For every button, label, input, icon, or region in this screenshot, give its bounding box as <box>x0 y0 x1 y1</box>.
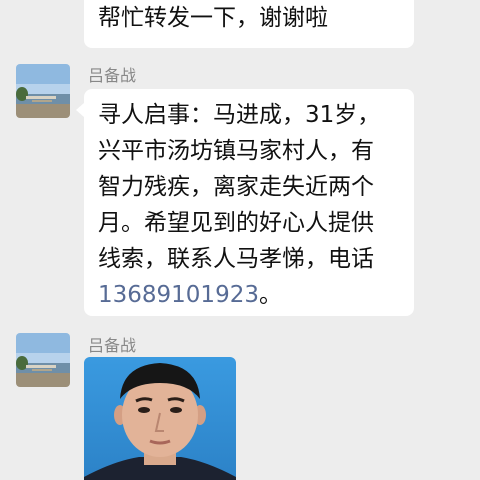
message-bubble-forward-request[interactable]: 帮忙转发一下，谢谢啦 <box>84 0 414 48</box>
message-line: 智力残疾，离家走失近两个 <box>98 174 374 200</box>
portrait-photo[interactable] <box>84 357 236 480</box>
message-bubble-missing-person[interactable]: 寻人启事：马进成，31岁， 兴平市汤坊镇马家村人，有 智力残疾，离家走失近两个 … <box>76 89 414 316</box>
message-line: 线索，联系人马孝悌，电话 <box>98 246 374 272</box>
lakeside-landscape-icon <box>16 333 70 387</box>
portrait-image <box>84 357 236 480</box>
message-line: 寻人启事：马进成，31岁， <box>98 102 381 128</box>
message-trailing-punct: 。 <box>258 282 282 308</box>
message-line: 兴平市汤坊镇马家村人，有 <box>98 138 374 164</box>
sender-name: 吕备战 <box>88 336 137 355</box>
lakeside-landscape-icon <box>16 64 70 118</box>
chat-window: 帮忙转发一下，谢谢啦 吕备战 寻人启事：马进成，31岁， 兴平市汤坊镇马家村人，… <box>0 0 480 480</box>
sender-name: 吕备战 <box>88 66 137 85</box>
sender-avatar[interactable] <box>16 333 70 387</box>
message-line: 月。希望见到的好心人提供 <box>98 210 374 236</box>
message-line-phone: 13689101923。 <box>98 277 404 313</box>
message-text: 帮忙转发一下，谢谢啦 <box>98 5 328 31</box>
sender-avatar[interactable] <box>16 64 70 118</box>
phone-number-link[interactable]: 13689101923 <box>98 282 259 308</box>
